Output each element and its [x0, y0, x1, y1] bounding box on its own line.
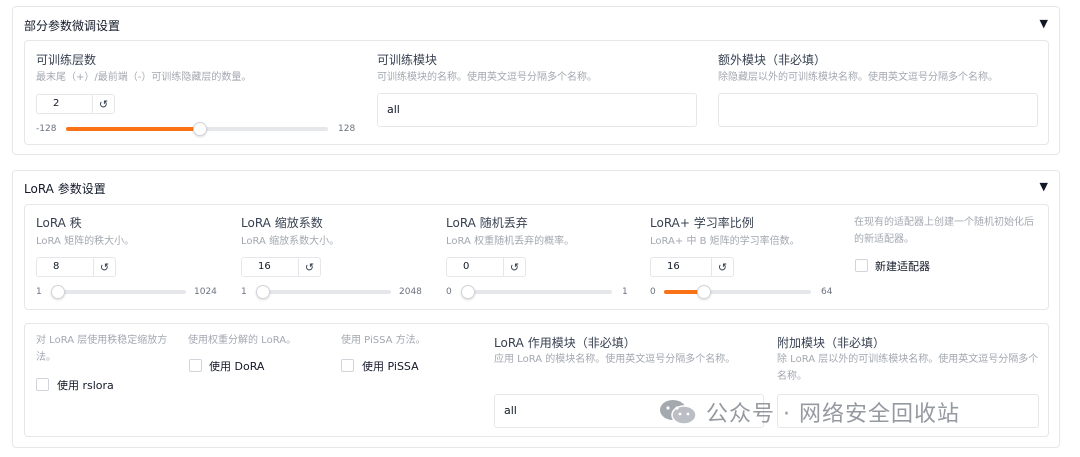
lora-target-desc: 应用 LoRA 的模块名称。使用英文逗号分隔多个名称。 [494, 354, 736, 365]
lora-plus-input[interactable]: 16 [651, 258, 680, 276]
trainable-modules-label: 可训练模块 [377, 53, 438, 67]
lora-dropout-number: 0 ↺ [446, 257, 526, 277]
trainable-layers-min: -128 [36, 124, 57, 134]
collapse-toggle-icon[interactable]: ▼ [1040, 180, 1048, 193]
pissa-label[interactable]: 使用 PiSSA [362, 358, 419, 374]
rslora-desc: 对 LoRA 层使用秩稳定缩放方法。 [36, 335, 168, 363]
trainable-layers-max: 128 [338, 124, 356, 134]
lora-alpha-slider-thumb[interactable] [256, 285, 270, 299]
reset-icon[interactable]: ↺ [503, 258, 525, 276]
watermark-text: 公众号 · 网络安全回收站 [706, 402, 960, 427]
trainable-modules-desc: 可训练模块的名称。使用英文逗号分隔多个名称。 [377, 72, 597, 83]
lora-dropout-slider-thumb[interactable] [461, 285, 475, 299]
lora-plus-slider-thumb[interactable] [697, 285, 711, 299]
collapse-toggle-icon[interactable]: ▼ [1040, 17, 1048, 30]
lora-plus-slider[interactable] [664, 285, 811, 299]
lora-alpha-slider[interactable] [256, 285, 391, 299]
partial-tuning-body: 可训练层数 最末尾（+）/最前端（-）可训练隐藏层的数量。 2 ↺ -128 1… [24, 40, 1049, 145]
create-adapter-desc: 在现有的适配器上创建一个随机初始化后的新适配器。 [854, 217, 1034, 245]
lora-settings-title[interactable]: LoRA 参数设置 [24, 180, 106, 197]
pissa-checkbox[interactable] [341, 359, 354, 372]
partial-tuning-title[interactable]: 部分参数微调设置 [24, 17, 120, 34]
lora-rank-number: 8 ↺ [36, 257, 116, 277]
rslora-checkbox[interactable] [36, 378, 49, 391]
pissa-desc: 使用 PiSSA 方法。 [341, 335, 426, 346]
lora-plus-label: LoRA+ 学习率比例 [650, 216, 754, 230]
lora-target-label: LoRA 作用模块（非必填） [494, 336, 636, 350]
wechat-icon [658, 398, 698, 426]
lora-plus-desc: LoRA+ 中 B 矩阵的学习率倍数。 [650, 236, 800, 247]
additional-modules-label: 附加模块（非必填） [777, 336, 886, 350]
lora-alpha-number: 16 ↺ [241, 257, 321, 277]
lora-alpha-desc: LoRA 缩放系数大小。 [241, 236, 340, 247]
dora-desc: 使用权重分解的 LoRA。 [188, 335, 297, 346]
lora-plus-min: 0 [650, 287, 656, 297]
lora-dropout-input[interactable]: 0 [447, 258, 469, 276]
lora-plus-number: 16 ↺ [650, 257, 734, 277]
lora-params-row: LoRA 秩 LoRA 矩阵的秩大小。 8 ↺ 1 1024 LoRA 缩放系数… [24, 204, 1049, 310]
lora-rank-slider-thumb[interactable] [51, 285, 65, 299]
lora-rank-label: LoRA 秩 [36, 216, 82, 230]
lora-dropout-desc: LoRA 权重随机丢弃的概率。 [446, 236, 575, 247]
lora-alpha-label: LoRA 缩放系数 [241, 216, 323, 230]
reset-icon[interactable]: ↺ [711, 258, 733, 276]
lora-dropout-min: 0 [446, 287, 452, 297]
lora-rank-max: 1024 [194, 287, 217, 297]
dora-label[interactable]: 使用 DoRA [209, 358, 264, 374]
lora-dropout-slider[interactable] [461, 285, 612, 299]
lora-dropout-max: 1 [622, 287, 628, 297]
lora-alpha-max: 2048 [399, 287, 422, 297]
trainable-layers-desc: 最末尾（+）/最前端（-）可训练隐藏层的数量。 [36, 72, 252, 83]
lora-rank-min: 1 [36, 287, 42, 297]
watermark: 公众号 · 网络安全回收站 [658, 396, 960, 428]
reset-icon[interactable]: ↺ [92, 95, 114, 113]
lora-dropout-label: LoRA 随机丢弃 [446, 216, 528, 230]
dora-checkbox[interactable] [189, 359, 202, 372]
trainable-modules-input[interactable]: all [377, 93, 697, 127]
extra-modules-label: 额外模块（非必填） [718, 53, 827, 67]
rslora-label[interactable]: 使用 rslora [57, 377, 114, 393]
reset-icon[interactable]: ↺ [298, 258, 320, 276]
lora-alpha-min: 1 [241, 287, 247, 297]
trainable-layers-label: 可训练层数 [36, 53, 97, 67]
additional-modules-desc: 除 LoRA 层以外的可训练模块名称。使用英文逗号分隔多个名称。 [777, 354, 1039, 382]
reset-icon[interactable]: ↺ [93, 258, 115, 276]
lora-rank-slider[interactable] [51, 285, 186, 299]
partial-tuning-panel: 部分参数微调设置 ▼ 可训练层数 最末尾（+）/最前端（-）可训练隐藏层的数量。… [12, 6, 1060, 155]
lora-rank-input[interactable]: 8 [37, 258, 59, 276]
create-adapter-label[interactable]: 新建适配器 [875, 258, 930, 274]
trainable-layers-number: 2 ↺ [36, 94, 115, 114]
lora-alpha-input[interactable]: 16 [242, 258, 271, 276]
extra-modules-desc: 除隐藏层以外的可训练模块名称。使用英文逗号分隔多个名称。 [718, 72, 998, 83]
extra-modules-input[interactable] [718, 93, 1038, 127]
trainable-layers-slider-fill [66, 127, 200, 131]
trainable-layers-input[interactable]: 2 [37, 95, 59, 113]
create-adapter-checkbox[interactable] [855, 259, 868, 272]
lora-rank-desc: LoRA 矩阵的秩大小。 [36, 236, 135, 247]
trainable-layers-slider[interactable] [66, 122, 328, 136]
trainable-layers-slider-thumb[interactable] [193, 122, 207, 136]
lora-plus-max: 64 [821, 287, 833, 297]
